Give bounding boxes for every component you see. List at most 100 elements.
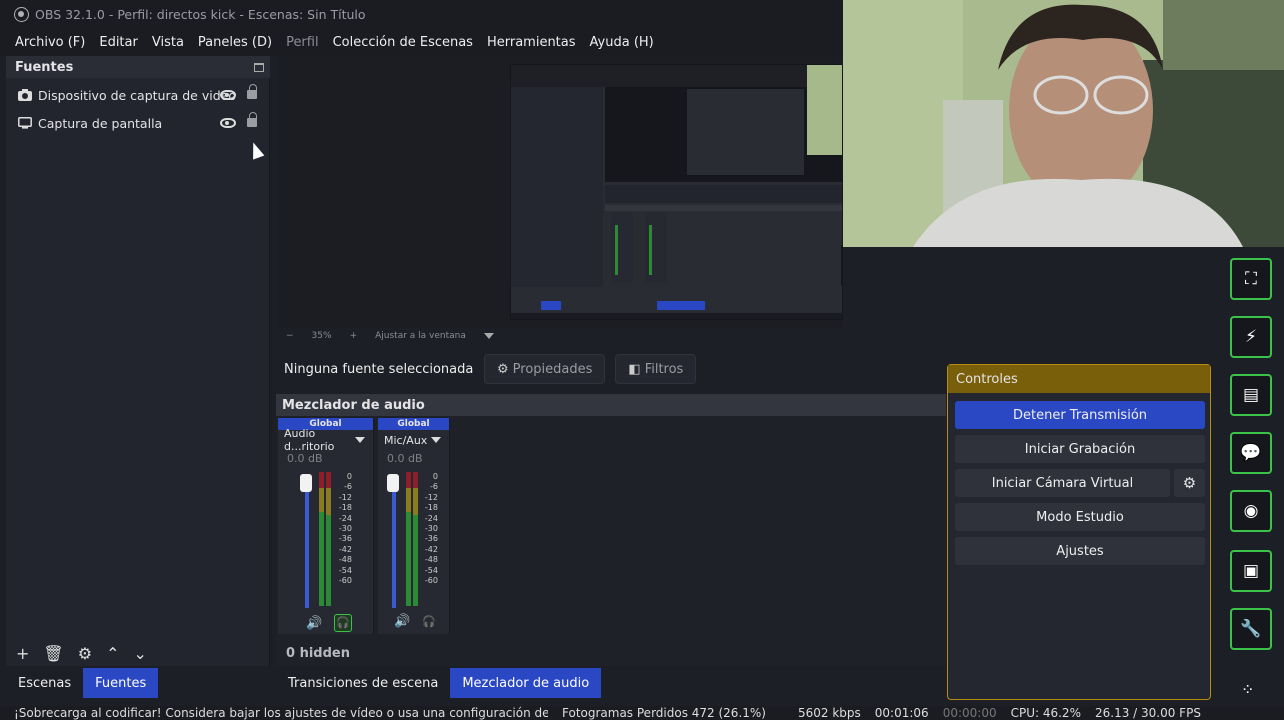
tick-label: -18 xyxy=(424,503,438,513)
properties-button[interactable]: ⚙ Propiedades xyxy=(484,354,606,384)
eye-icon[interactable] xyxy=(220,118,236,128)
stream-time: 00:01:06 xyxy=(874,706,929,720)
screenshot-icon[interactable]: ⛶ xyxy=(1230,258,1272,300)
zoom-in-icon[interactable]: + xyxy=(350,331,358,341)
undock-icon[interactable] xyxy=(254,62,264,72)
speaker-icon[interactable]: 🔊 xyxy=(306,616,322,631)
level-meter-left xyxy=(319,472,324,606)
right-dock-toolbar: ⛶ ⚡ ▤ 💬 ◉ ▣ 🔧 ⁘ xyxy=(1213,248,1284,720)
meter-ticks: 0 -6 -12 -18 -24 -30 -36 -42 -48 -54 -60 xyxy=(422,472,438,586)
tab-escenas[interactable]: Escenas xyxy=(6,668,83,698)
headphones-icon[interactable]: 🎧 xyxy=(334,614,353,632)
filters-button[interactable]: ◧ Filtros xyxy=(615,354,697,384)
tick-label: -30 xyxy=(338,524,352,534)
broadcast-icon[interactable]: ◉ xyxy=(1230,490,1272,532)
gear-icon: ⚙ xyxy=(497,361,509,377)
eye-icon[interactable] xyxy=(220,90,236,100)
context-bar: Ninguna fuente seleccionada ⚙ Propiedades… xyxy=(276,354,946,384)
tick-label: -6 xyxy=(344,482,352,492)
tick-label: -42 xyxy=(338,544,352,554)
filter-icon: ◧ xyxy=(628,361,641,377)
notes-icon[interactable]: ▤ xyxy=(1230,374,1272,416)
tick-label: -12 xyxy=(424,492,438,502)
zoom-out-icon[interactable]: − xyxy=(286,331,294,341)
studio-mode-button[interactable]: Modo Estudio xyxy=(955,503,1205,531)
webcam-feed-image xyxy=(843,0,1284,247)
gear-icon[interactable]: ⚙ xyxy=(78,644,92,663)
menu-bar: Archivo (F) Editar Vista Paneles (D) Per… xyxy=(0,28,843,56)
source-item-screen-capture[interactable]: Captura de pantalla xyxy=(6,109,270,137)
fit-window-label[interactable]: Ajustar a la ventana xyxy=(375,331,466,341)
obs-logo-icon xyxy=(14,6,29,22)
window-title: OBS 32.1.0 - Perfil: directos kick - Esc… xyxy=(35,6,366,22)
lightning-icon[interactable]: ⚡ xyxy=(1230,316,1272,358)
tick-label: 0 xyxy=(432,472,438,481)
speaker-icon[interactable]: 🔊 xyxy=(394,614,410,629)
tick-label: -12 xyxy=(338,492,352,502)
tick-label: -30 xyxy=(424,524,438,534)
zoom-level: 35% xyxy=(311,331,332,341)
preview-canvas[interactable] xyxy=(278,56,843,328)
fps: 26.13 / 30.00 FPS xyxy=(1094,706,1201,720)
menu-herramientas[interactable]: Herramientas xyxy=(480,35,583,50)
dropped-frames: Fotogramas Perdidos 472 (26.1%) xyxy=(562,706,766,720)
channel-controls: 🔊 🎧 xyxy=(394,614,436,629)
mixer-hidden-count: 0 hidden xyxy=(286,645,350,661)
left-tabs: Escenas Fuentes xyxy=(6,668,270,698)
trash-icon[interactable]: 🗑 xyxy=(43,644,63,663)
source-item-video-capture[interactable]: Dispositivo de captura de video xyxy=(6,81,270,109)
channel-db: 0.0 dB xyxy=(387,452,423,465)
tick-label: -60 xyxy=(424,576,438,586)
start-recording-button[interactable]: Iniciar Grabación xyxy=(955,435,1205,463)
menu-vista[interactable]: Vista xyxy=(145,35,191,50)
menu-paneles[interactable]: Paneles (D) xyxy=(191,35,279,50)
mid-tabs: Transiciones de escena Mezclador de audi… xyxy=(276,668,946,698)
arrow-up-icon[interactable]: ⌃ xyxy=(106,644,119,663)
chat-icon[interactable]: 💬 xyxy=(1230,432,1272,474)
controls-header: Controles xyxy=(948,365,1210,393)
channel-name-dropdown[interactable]: Audio d...ritorio xyxy=(278,427,373,453)
bitrate: 5602 kbps xyxy=(797,706,861,720)
status-bar: ¡Sobrecarga al codificar! Considera baja… xyxy=(0,706,1284,720)
menu-archivo[interactable]: Archivo (F) xyxy=(8,35,92,50)
stop-stream-button[interactable]: Detener Transmisión xyxy=(955,401,1205,429)
volume-fader-handle[interactable] xyxy=(300,474,312,492)
start-virtual-camera-button[interactable]: Iniciar Cámara Virtual xyxy=(955,469,1170,497)
menu-ayuda[interactable]: Ayuda (H) xyxy=(583,35,661,50)
headphones-off-icon[interactable]: 🎧 xyxy=(422,615,436,628)
plus-icon[interactable]: + xyxy=(16,644,29,663)
volume-fader-handle[interactable] xyxy=(387,474,399,492)
meter-ticks: 0 -6 -12 -18 -24 -30 -36 -42 -48 -54 -60 xyxy=(336,472,352,586)
sources-toolbar: + 🗑 ⚙ ⌃ ⌄ xyxy=(6,640,270,666)
tab-fuentes[interactable]: Fuentes xyxy=(83,668,159,698)
tick-label: -36 xyxy=(424,534,438,544)
tab-transiciones[interactable]: Transiciones de escena xyxy=(276,668,450,698)
camera-icon xyxy=(18,89,32,101)
scene-icon[interactable]: ▣ xyxy=(1230,550,1272,592)
menu-editar[interactable]: Editar xyxy=(92,35,145,50)
volume-fader-track[interactable] xyxy=(305,484,309,608)
volume-fader-track[interactable] xyxy=(392,484,396,608)
menu-dots-icon[interactable]: ⁘ xyxy=(1241,680,1254,699)
menu-coleccion-escenas[interactable]: Colección de Escenas xyxy=(326,35,480,50)
channel-name-dropdown[interactable]: Mic/Aux xyxy=(378,430,449,450)
sources-header: Fuentes xyxy=(6,56,270,78)
no-source-label: Ninguna fuente seleccionada xyxy=(284,361,474,377)
chevron-down-icon[interactable] xyxy=(483,333,494,339)
arrow-down-icon[interactable]: ⌄ xyxy=(133,644,146,663)
preview-screen-capture xyxy=(510,64,843,320)
channel-name: Mic/Aux xyxy=(384,433,428,447)
rec-time: 00:00:00 xyxy=(942,706,997,720)
controls-dock: Controles Detener Transmisión Iniciar Gr… xyxy=(947,364,1211,700)
menu-perfil[interactable]: Perfil xyxy=(279,35,326,50)
lock-icon[interactable] xyxy=(247,112,257,127)
tab-mezclador[interactable]: Mezclador de audio xyxy=(450,668,602,698)
level-meter-right xyxy=(326,472,331,606)
filters-label: Filtros xyxy=(644,361,684,377)
lock-icon[interactable] xyxy=(247,84,257,99)
settings-button[interactable]: Ajustes xyxy=(955,537,1205,565)
cpu-usage: CPU: 46.2% xyxy=(1010,706,1081,720)
wrench-icon[interactable]: 🔧 xyxy=(1230,608,1272,650)
channel-scope: Global xyxy=(378,418,449,430)
gear-icon[interactable]: ⚙ xyxy=(1174,469,1205,497)
